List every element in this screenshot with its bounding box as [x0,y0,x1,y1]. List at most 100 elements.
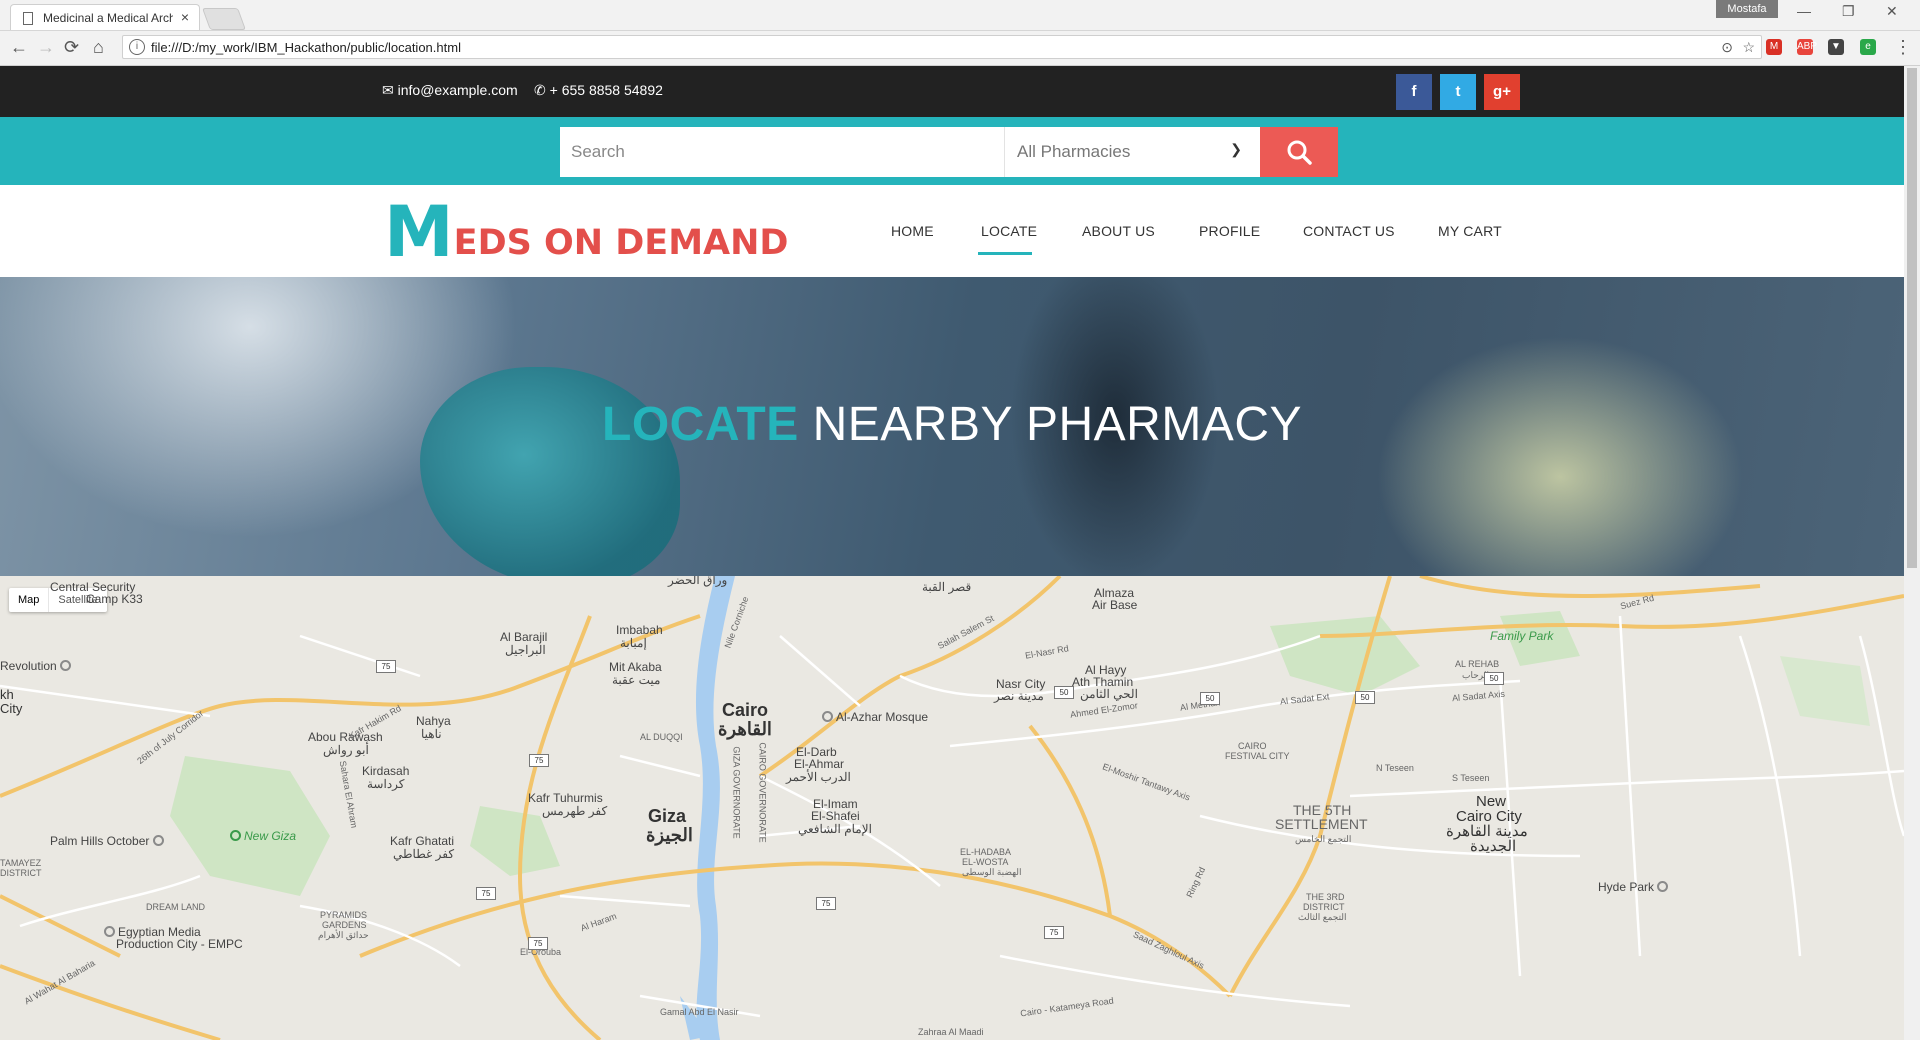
site-header: MEDS ON DEMAND HOME LOCATE ABOUT US PROF… [0,185,1904,277]
page-icon [23,12,33,25]
map-label: الحي الثامن [1080,687,1138,701]
map-label-city: مدينة القاهرة [1446,823,1528,840]
phone-contact[interactable]: ✆ + 655 8858 54892 [534,82,663,99]
phone-text[interactable]: + 655 8858 54892 [550,82,663,98]
map-label: إمبابة [620,636,647,650]
adblock-extension-icon[interactable]: ABP [1797,39,1817,55]
road-shield: 75 [476,887,496,900]
home-icon[interactable]: ⌂ [93,37,104,58]
twitter-icon[interactable]: t [1440,74,1476,110]
park-marker-icon [230,830,241,841]
user-badge[interactable]: Mostafa [1716,0,1778,18]
road-shield: 50 [1355,691,1375,704]
nav-profile[interactable]: PROFILE [1199,223,1260,239]
email-contact[interactable]: ✉ info@example.com [382,82,518,99]
road-label: Zahraa Al Maadi [918,1027,984,1037]
map-label: Production City - EMPC [116,937,243,951]
map-label: التجمع الخامس [1295,834,1352,844]
facebook-icon[interactable]: f [1396,74,1432,110]
road-label: GIZA GOVERNORATE [731,746,742,839]
map-label: Camp K33 [86,592,143,606]
road-shield: 75 [528,937,548,950]
road-shield: 50 [1054,686,1074,699]
search-icon [1287,140,1312,165]
bookmark-star-icon[interactable]: ☆ [1742,39,1755,56]
road-shield: 75 [376,660,396,673]
evernote-extension-icon[interactable]: e [1860,39,1876,55]
pocket-extension-icon[interactable]: ▼ [1828,39,1844,55]
scrollbar-thumb[interactable] [1907,68,1917,568]
hero-title-accent: LOCATE [602,398,799,451]
location-target-icon[interactable]: ⊙ [1721,39,1733,56]
map-label: Al-Azhar Mosque [822,711,928,724]
map-label: أبو رواش [323,743,369,757]
logo-initial: M [384,191,454,273]
phone-icon: ✆ [534,82,546,98]
road-shield: 75 [816,897,836,910]
browser-menu-icon[interactable]: ⋮ [1894,37,1912,58]
search-button[interactable] [1260,127,1338,177]
nav-my-cart[interactable]: MY CART [1438,223,1502,239]
active-nav-indicator [978,252,1032,255]
map-label-city: Cairo City [1456,808,1522,825]
reload-icon[interactable]: ⟳ [64,37,79,58]
map-label: AL DUQQI [640,732,683,742]
site-logo[interactable]: MEDS ON DEMAND [384,191,788,273]
nav-about-us[interactable]: ABOUT US [1082,223,1155,239]
nav-home[interactable]: HOME [891,223,934,239]
hero-title-rest: NEARBY PHARMACY [798,398,1302,451]
map-label: DREAM LAND [146,902,206,912]
hero-title: LOCATE NEARBY PHARMACY [0,397,1904,452]
map-label-city: Cairo [722,700,769,720]
road-label: CAIRO GOVERNORATE [757,742,768,843]
road-shield: 50 [1200,692,1220,705]
browser-tab[interactable]: Medicinal a Medical Arch × [10,4,200,30]
page-scrollbar[interactable] [1904,66,1920,1040]
map-label-city: القاهرة [718,719,772,739]
map-label-city: الجيزة [646,825,693,845]
email-icon: ✉ [382,82,394,98]
address-url[interactable]: file:///D:/my_work/IBM_Hackathon/public/… [151,40,461,55]
close-tab-icon[interactable]: × [181,9,189,25]
road-label: S Teseen [1452,773,1490,783]
pharmacy-map[interactable]: Map Satellite Central Security Camp K33 R… [0,576,1904,1040]
map-label: الهضبة الوسطى [962,867,1022,877]
road-shield: 50 [1484,672,1504,685]
map-label: التجمع الثالث [1298,912,1347,922]
poi-marker-icon [60,660,72,671]
map-label: البراجيل [505,643,546,657]
new-tab-button[interactable] [201,8,247,30]
map-label: New Giza [230,830,296,843]
address-toolbar: ← → ⟳ ⌂ i file:///D:/my_work/IBM_Hackath… [0,31,1920,66]
map-label: DISTRICT [0,868,42,878]
forward-icon[interactable]: → [37,37,55,58]
map-label: ناهيا [421,727,442,741]
restore-icon[interactable]: ❐ [1842,3,1855,20]
close-window-icon[interactable]: ✕ [1886,3,1898,20]
nav-locate[interactable]: LOCATE [981,223,1037,239]
hero-banner: LOCATE NEARBY PHARMACY [0,277,1904,576]
poi-marker-icon [104,926,115,937]
map-label: Palm Hills October [50,835,167,848]
browser-tab-bar: Medicinal a Medical Arch × Mostafa — ❐ ✕ [0,0,1920,31]
google-plus-icon[interactable]: g+ [1484,74,1520,110]
address-bar[interactable]: i file:///D:/my_work/IBM_Hackathon/publi… [122,35,1762,59]
map-label: Hyde Park [1598,881,1671,894]
minimize-icon[interactable]: — [1797,3,1811,19]
map-label-city: Giza [648,806,687,826]
back-icon[interactable]: ← [10,37,28,58]
map-label: وراق الحضر [668,576,728,587]
info-icon[interactable]: i [129,39,145,55]
nav-contact-us[interactable]: CONTACT US [1303,223,1395,239]
gmail-extension-icon[interactable]: M [1766,39,1782,55]
map-label-city: الجديدة [1470,838,1517,855]
map-label: Air Base [1092,598,1138,612]
page-viewport: ✉ info@example.com ✆ + 655 8858 54892 ft… [0,66,1904,1040]
search-bar: All Pharmacies ❯ [0,117,1904,185]
email-text[interactable]: info@example.com [398,82,518,98]
search-input[interactable] [560,127,1004,177]
pharmacy-select[interactable]: All Pharmacies ❯ [1004,127,1260,177]
poi-marker-icon [152,835,164,846]
map-type-map[interactable]: Map [9,588,48,612]
map-label: FESTIVAL CITY [1225,751,1290,761]
